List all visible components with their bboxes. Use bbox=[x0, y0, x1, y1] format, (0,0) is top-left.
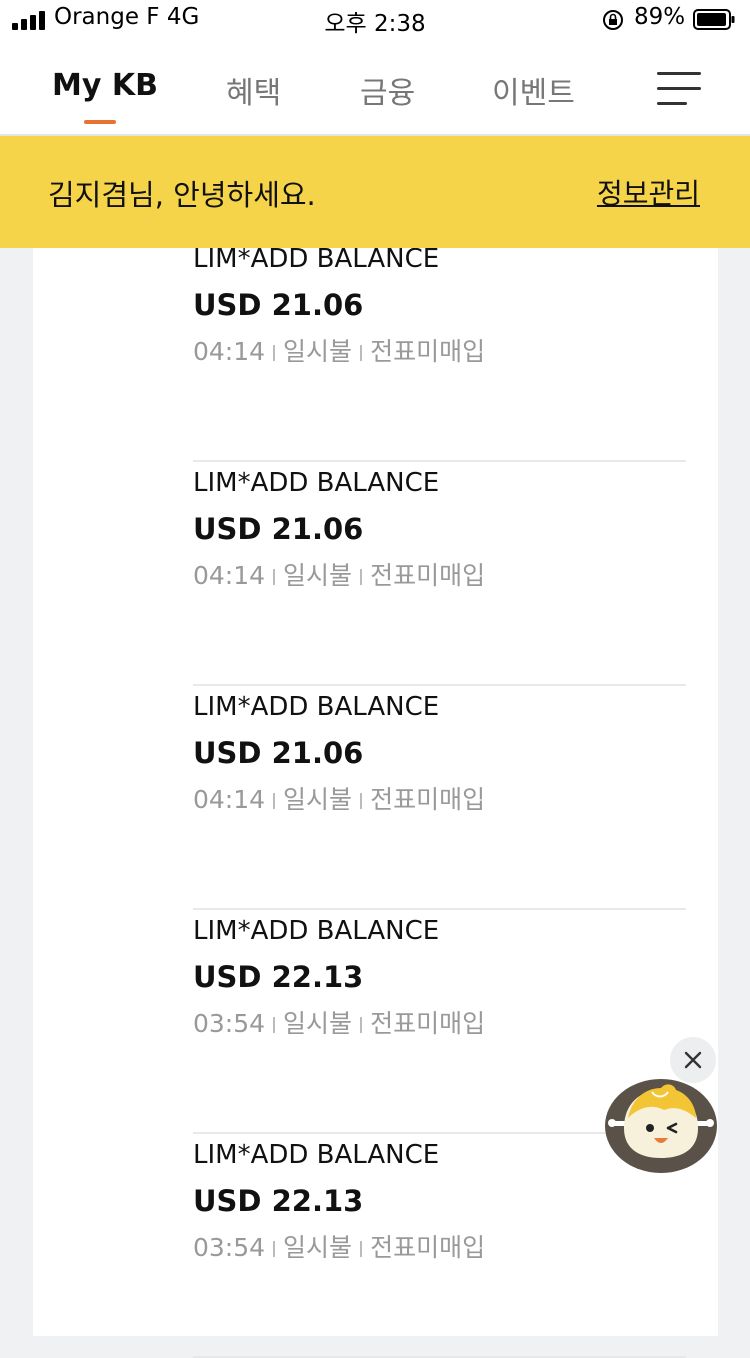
battery-icon bbox=[693, 9, 735, 30]
purchase-status: 전표미매입 bbox=[370, 337, 486, 366]
divider bbox=[360, 1017, 363, 1033]
merchant-name: LIM*ADD BALANCE bbox=[193, 468, 440, 498]
installment-type: 일시불 bbox=[283, 337, 353, 366]
transaction-amount: USD 21.06 bbox=[193, 736, 364, 770]
divider bbox=[360, 1241, 363, 1257]
transaction-amount: USD 21.06 bbox=[193, 512, 364, 546]
divider bbox=[273, 793, 276, 809]
divider bbox=[273, 569, 276, 585]
orientation-lock-icon bbox=[603, 10, 623, 30]
transaction-amount: USD 22.13 bbox=[193, 1184, 364, 1218]
divider bbox=[273, 345, 276, 361]
tab-my-kb[interactable]: My KB bbox=[52, 68, 158, 103]
transaction-time: 04:14 bbox=[193, 785, 266, 814]
divider bbox=[273, 1241, 276, 1257]
transaction-meta: 03:54 일시불 전표미매입 bbox=[193, 1228, 485, 1264]
installment-type: 일시불 bbox=[283, 561, 353, 590]
transaction-item[interactable]: LIM*ADD BALANCE USD 21.06 04:14 일시불 전표미매입 bbox=[193, 684, 686, 910]
installment-type: 일시불 bbox=[283, 785, 353, 814]
close-icon[interactable] bbox=[670, 1037, 716, 1083]
installment-type: 일시불 bbox=[283, 1233, 353, 1262]
transaction-amount: USD 21.06 bbox=[193, 288, 364, 322]
merchant-name: LIM*ADD BALANCE bbox=[193, 244, 440, 274]
divider bbox=[273, 1017, 276, 1033]
installment-type: 일시불 bbox=[283, 1009, 353, 1038]
transaction-meta: 04:14 일시불 전표미매입 bbox=[193, 780, 485, 816]
divider bbox=[360, 569, 363, 585]
transaction-meta: 04:14 일시불 전표미매입 bbox=[193, 332, 485, 368]
purchase-status: 전표미매입 bbox=[370, 1233, 486, 1262]
purchase-status: 전표미매입 bbox=[370, 1009, 486, 1038]
divider bbox=[360, 793, 363, 809]
transaction-item[interactable]: LIM*ADD BALANCE USD 21.06 04:14 일시불 전표미매입 bbox=[193, 460, 686, 686]
greeting-banner: 김지겸님, 안녕하세요. 정보관리 bbox=[0, 136, 750, 248]
tab-finance[interactable]: 금융 bbox=[360, 68, 415, 112]
status-bar: Orange F 4G 오후 2:38 89% bbox=[0, 0, 750, 40]
divider bbox=[360, 345, 363, 361]
merchant-name: LIM*ADD BALANCE bbox=[193, 692, 440, 722]
transaction-item[interactable]: LIM*ADD BALANCE USD 21.06 04:14 일시불 전표미매입 bbox=[193, 236, 686, 462]
mascot-chatbot-icon[interactable] bbox=[604, 1078, 718, 1174]
merchant-name: LIM*ADD BALANCE bbox=[193, 1140, 440, 1170]
tab-benefits[interactable]: 혜택 bbox=[226, 68, 281, 112]
transaction-time: 04:14 bbox=[193, 561, 266, 590]
active-tab-indicator bbox=[84, 120, 116, 124]
merchant-name: LIM*ADD BALANCE bbox=[193, 916, 440, 946]
tab-events[interactable]: 이벤트 bbox=[492, 68, 575, 112]
info-management-link[interactable]: 정보관리 bbox=[597, 172, 700, 212]
purchase-status: 전표미매입 bbox=[370, 785, 486, 814]
purchase-status: 전표미매입 bbox=[370, 561, 486, 590]
greeting-text: 김지겸님, 안녕하세요. bbox=[48, 178, 316, 212]
transaction-time: 04:14 bbox=[193, 337, 266, 366]
transaction-meta: 04:14 일시불 전표미매입 bbox=[193, 556, 485, 592]
transaction-time: 03:54 bbox=[193, 1009, 266, 1038]
transaction-time: 03:54 bbox=[193, 1233, 266, 1262]
battery-percentage: 89% bbox=[634, 4, 686, 30]
menu-icon[interactable] bbox=[657, 72, 701, 106]
transaction-meta: 03:54 일시불 전표미매입 bbox=[193, 1004, 485, 1040]
top-navigation: My KB 혜택 금융 이벤트 bbox=[0, 40, 750, 136]
transaction-amount: USD 22.13 bbox=[193, 960, 364, 994]
